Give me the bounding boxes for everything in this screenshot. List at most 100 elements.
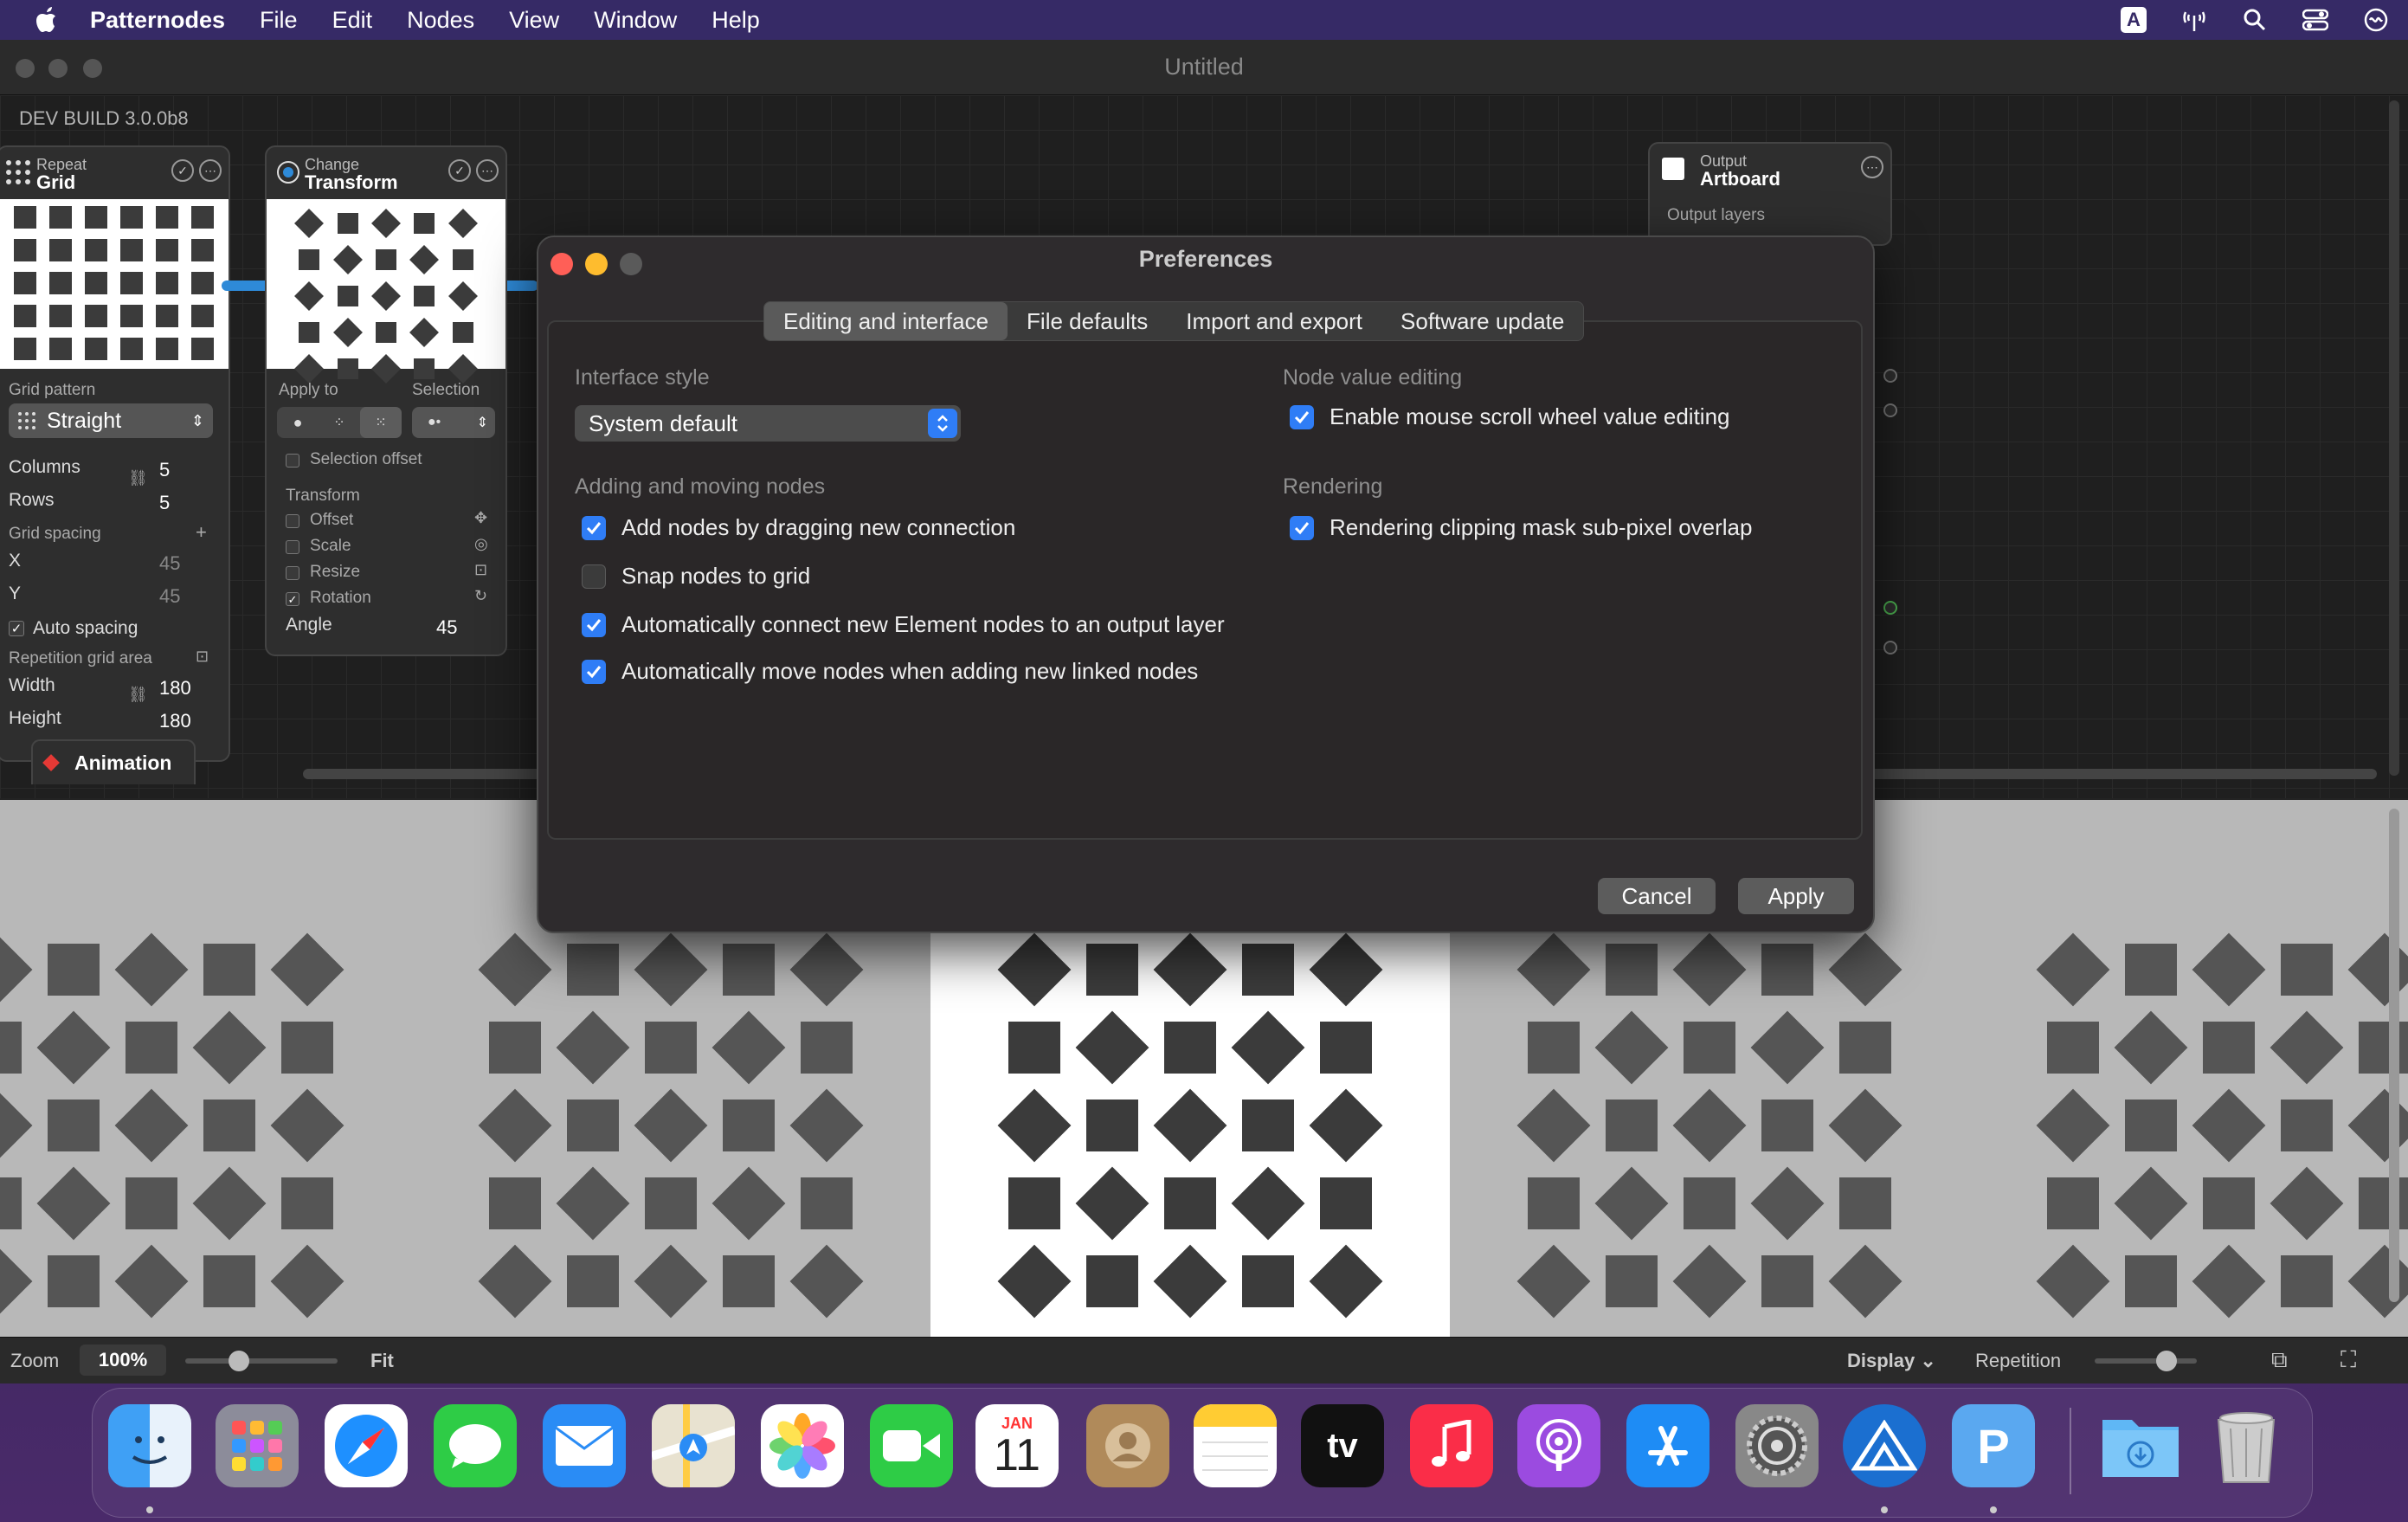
repetition-slider-knob[interactable]: [2155, 1351, 2177, 1371]
artboard-node-header[interactable]: Output Artboard ⋯: [1650, 144, 1890, 196]
grid-node[interactable]: Repeat Grid ✓ ⋯ Grid pattern Straight ⇕ C…: [0, 145, 230, 762]
calendar-icon[interactable]: JAN 11: [975, 1404, 1059, 1487]
scale-checkbox[interactable]: [286, 540, 299, 554]
menu-edit[interactable]: Edit: [332, 7, 373, 34]
search-icon[interactable]: [2240, 5, 2270, 35]
safari-icon[interactable]: [325, 1404, 408, 1487]
cancel-button[interactable]: Cancel: [1598, 878, 1716, 914]
output-port[interactable]: [1883, 641, 1897, 655]
fit-button[interactable]: Fit: [370, 1350, 394, 1372]
apple-icon[interactable]: [35, 6, 61, 34]
selection-select[interactable]: ●• ⇕: [412, 407, 495, 438]
antenna-icon[interactable]: [2179, 5, 2209, 35]
option-add-by-dragging[interactable]: Add nodes by dragging new connection: [582, 514, 1015, 541]
mail-icon[interactable]: [543, 1404, 626, 1487]
more-icon[interactable]: ⋯: [1861, 156, 1883, 178]
keyboard-a-icon[interactable]: A: [2119, 5, 2148, 35]
animation-tab[interactable]: Animation: [31, 739, 196, 784]
launchpad-icon[interactable]: [216, 1404, 299, 1487]
link-icon[interactable]: ⛓: [128, 686, 148, 704]
pattern-dots-icon[interactable]: ⁙: [360, 407, 402, 438]
offset-checkbox[interactable]: [286, 514, 299, 528]
apply-to-segmented[interactable]: ● ⁘ ⁙: [277, 407, 402, 438]
option-snap-to-grid[interactable]: Snap nodes to grid: [582, 563, 810, 590]
grid-pattern-select[interactable]: Straight ⇕: [9, 403, 213, 438]
rotation-checkbox[interactable]: ✓: [286, 592, 299, 606]
transform-node-header[interactable]: Change Transform ✓ ⋯: [267, 147, 505, 199]
menu-nodes[interactable]: Nodes: [407, 7, 474, 34]
app-store-icon[interactable]: [1626, 1404, 1709, 1487]
control-center-icon[interactable]: [2301, 5, 2330, 35]
link-icon[interactable]: ⛓: [128, 469, 148, 487]
option-auto-move[interactable]: Automatically move nodes when adding new…: [582, 658, 1198, 685]
display-menu[interactable]: Display ⌄: [1847, 1350, 1936, 1372]
facetime-icon[interactable]: [870, 1404, 953, 1487]
y-value[interactable]: 45: [159, 585, 180, 608]
podcasts-icon[interactable]: [1517, 1404, 1600, 1487]
menu-view[interactable]: View: [509, 7, 559, 34]
menu-file[interactable]: File: [260, 7, 298, 34]
tab-import-export[interactable]: Import and export: [1167, 302, 1381, 340]
checkbox-unchecked[interactable]: [582, 564, 606, 589]
zoom-value[interactable]: 100%: [80, 1345, 166, 1376]
width-value[interactable]: 180: [159, 677, 191, 700]
system-settings-icon[interactable]: [1735, 1404, 1819, 1487]
trash-icon[interactable]: [2205, 1404, 2288, 1487]
output-port-connected[interactable]: [1883, 601, 1897, 615]
apply-button[interactable]: Apply: [1738, 878, 1854, 914]
option-subpixel-overlap[interactable]: Rendering clipping mask sub-pixel overla…: [1290, 514, 1752, 541]
more-icon[interactable]: ⋯: [199, 159, 222, 182]
add-icon[interactable]: +: [196, 521, 207, 544]
area-icon[interactable]: ⊡: [196, 648, 209, 666]
siri-icon[interactable]: [2361, 5, 2391, 35]
tab-software-update[interactable]: Software update: [1381, 302, 1583, 340]
resize-checkbox[interactable]: [286, 566, 299, 580]
maps-icon[interactable]: [652, 1404, 735, 1487]
check-icon[interactable]: ✓: [448, 159, 471, 182]
menu-help[interactable]: Help: [711, 7, 760, 34]
window-mode-icon[interactable]: ⧉: [2271, 1346, 2288, 1374]
pockity-icon[interactable]: P: [1952, 1404, 2035, 1487]
check-icon[interactable]: ✓: [171, 159, 194, 182]
checkbox-checked[interactable]: [1290, 515, 1314, 540]
option-auto-connect[interactable]: Automatically connect new Element nodes …: [582, 611, 1225, 638]
menu-window[interactable]: Window: [594, 7, 677, 34]
selection-offset-checkbox[interactable]: [286, 454, 299, 468]
zoom-slider-knob[interactable]: [228, 1351, 249, 1371]
fullscreen-icon[interactable]: ⛶: [2340, 1346, 2356, 1374]
interface-style-select[interactable]: System default: [575, 405, 961, 442]
checkbox-checked[interactable]: [582, 612, 606, 637]
more-icon[interactable]: ⋯: [476, 159, 499, 182]
auto-spacing-checkbox[interactable]: ✓: [9, 621, 24, 636]
finder-icon[interactable]: [108, 1404, 191, 1487]
tab-editing-interface[interactable]: Editing and interface: [764, 302, 1008, 340]
rows-value[interactable]: 5: [159, 492, 170, 514]
checkbox-checked[interactable]: [1290, 404, 1314, 429]
contacts-icon[interactable]: [1086, 1404, 1169, 1487]
downloads-folder-icon[interactable]: [2099, 1404, 2182, 1487]
checkbox-checked[interactable]: [582, 659, 606, 684]
music-icon[interactable]: [1410, 1404, 1493, 1487]
apple-tv-icon[interactable]: tv: [1301, 1404, 1384, 1487]
height-value[interactable]: 180: [159, 710, 191, 732]
grid-node-header[interactable]: Repeat Grid ✓ ⋯: [0, 147, 229, 199]
menu-app-name[interactable]: Patternodes: [90, 7, 225, 34]
tab-file-defaults[interactable]: File defaults: [1008, 302, 1167, 340]
notes-icon[interactable]: [1194, 1404, 1277, 1487]
option-scroll-wheel[interactable]: Enable mouse scroll wheel value editing: [1290, 403, 1730, 430]
checkbox-checked[interactable]: [582, 515, 606, 540]
zoom-slider[interactable]: [185, 1351, 338, 1371]
artboard-node[interactable]: Output Artboard ⋯ Output layers: [1648, 142, 1892, 246]
columns-value[interactable]: 5: [159, 459, 170, 481]
single-dot-icon[interactable]: ●: [277, 407, 319, 438]
patternodes-icon[interactable]: [1843, 1404, 1926, 1487]
photos-icon[interactable]: [761, 1404, 844, 1487]
output-port[interactable]: [1883, 369, 1897, 383]
messages-icon[interactable]: [434, 1404, 517, 1487]
x-value[interactable]: 45: [159, 552, 180, 575]
transform-node[interactable]: Change Transform ✓ ⋯ Apply to Selection ●…: [265, 145, 507, 656]
vertical-scrollbar[interactable]: [2389, 100, 2399, 776]
output-port[interactable]: [1883, 403, 1897, 417]
angle-value[interactable]: 45: [436, 616, 457, 639]
four-dots-icon[interactable]: ⁘: [319, 407, 360, 438]
